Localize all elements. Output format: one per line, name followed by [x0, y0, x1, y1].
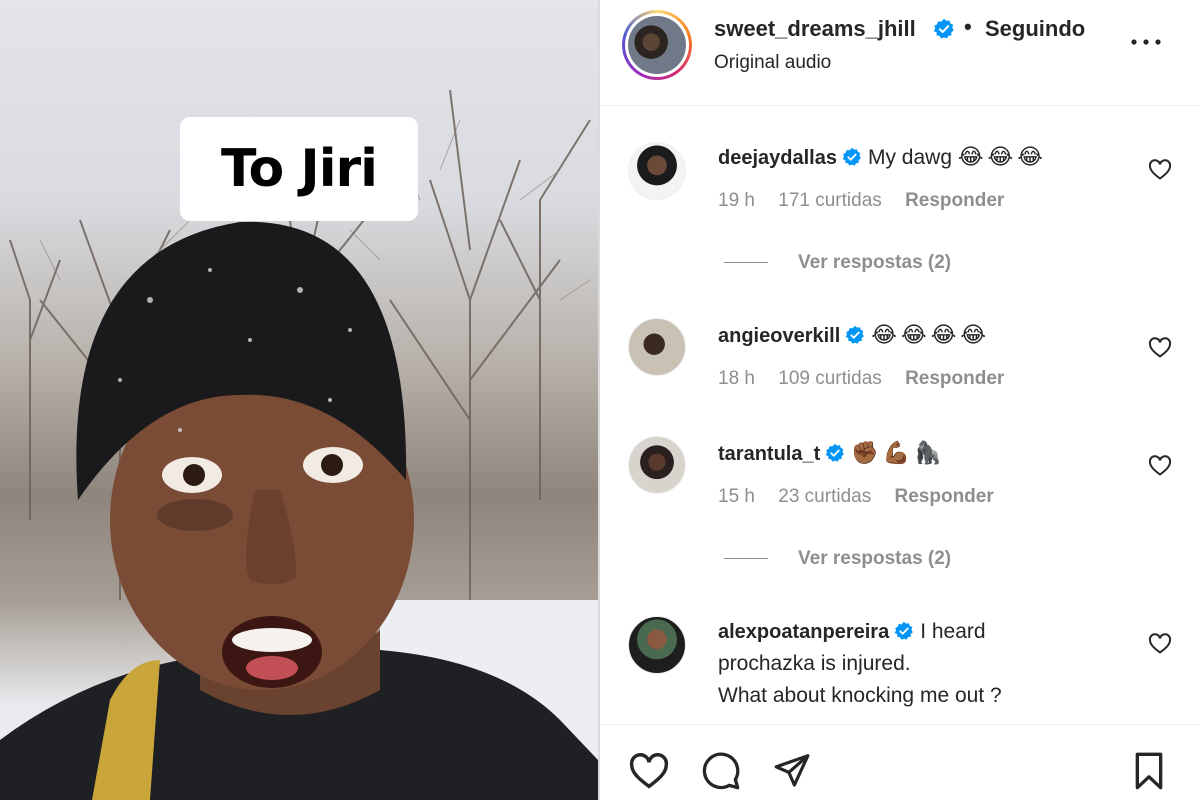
- verified-badge-icon: [933, 18, 954, 39]
- video-caption: To Jiri: [180, 117, 418, 221]
- more-options-icon[interactable]: [1128, 30, 1164, 54]
- view-replies-button[interactable]: Ver respostas (2): [724, 252, 951, 274]
- reply-button[interactable]: Responder: [895, 486, 994, 507]
- comment-likes[interactable]: 171 curtidas: [778, 190, 882, 211]
- verified-badge-icon: [842, 147, 861, 166]
- comment-body: tarantula_t ✊🏾💪🏾🦍: [718, 438, 945, 470]
- audio-link[interactable]: Original audio: [714, 52, 831, 74]
- replies-rule: [724, 262, 768, 264]
- author-avatar[interactable]: [622, 10, 692, 80]
- comment-icon[interactable]: [700, 751, 742, 791]
- comment-emoji: ✊🏾💪🏾🦍: [851, 441, 946, 466]
- comment-meta: 15 h 23 curtidas Responder: [718, 486, 1012, 508]
- view-replies-label: Ver respostas (2): [798, 252, 952, 273]
- comment-username[interactable]: alexpoatanpereira: [718, 621, 889, 643]
- comment-likes[interactable]: 23 curtidas: [778, 486, 871, 507]
- comment-likes[interactable]: 109 curtidas: [778, 368, 882, 389]
- comment-body: deejaydallas My dawg 😂😂😂: [718, 142, 1047, 174]
- author-username[interactable]: sweet_dreams_jhill: [714, 16, 916, 42]
- heart-icon[interactable]: [628, 751, 670, 789]
- view-replies-button[interactable]: Ver respostas (2): [724, 548, 951, 570]
- comment-time[interactable]: 15 h: [718, 486, 755, 507]
- view-replies-label: Ver respostas (2): [798, 548, 952, 569]
- comment-username[interactable]: tarantula_t: [718, 443, 820, 465]
- post-header: sweet_dreams_jhill • Seguindo Original a…: [600, 0, 1200, 106]
- verified-badge-icon: [845, 325, 865, 344]
- avatar[interactable]: [628, 142, 686, 200]
- verified-badge-icon: [894, 621, 914, 640]
- like-comment-heart-icon[interactable]: [1148, 336, 1172, 358]
- comment-username[interactable]: deejaydallas: [718, 147, 837, 169]
- comment-body: angieoverkill 😂😂😂😂: [718, 320, 990, 352]
- comment-text-line2: prochazka is injured.: [718, 652, 911, 675]
- bookmark-icon[interactable]: [1132, 751, 1166, 791]
- avatar[interactable]: [628, 616, 686, 674]
- comment-emoji: 😂😂😂: [957, 145, 1047, 170]
- avatar[interactable]: [628, 436, 686, 494]
- comment-text-line1: I heard: [920, 620, 986, 643]
- like-comment-heart-icon[interactable]: [1148, 632, 1172, 654]
- like-comment-heart-icon[interactable]: [1148, 158, 1172, 180]
- header-separator: •: [964, 14, 972, 39]
- comment-text: My dawg: [867, 146, 952, 169]
- reply-button[interactable]: Responder: [905, 190, 1004, 211]
- verified-badge-icon: [825, 443, 845, 462]
- share-icon[interactable]: [772, 751, 812, 789]
- avatar[interactable]: [628, 318, 686, 376]
- post-sidebar: sweet_dreams_jhill • Seguindo Original a…: [600, 0, 1200, 800]
- comment-time[interactable]: 18 h: [718, 368, 755, 389]
- comment-body: alexpoatanpereira I heard prochazka is in…: [718, 616, 1158, 712]
- comment-meta: 18 h 109 curtidas Responder: [718, 368, 1022, 390]
- comment-text-line3: What about knocking me out ?: [718, 684, 1002, 707]
- like-comment-heart-icon[interactable]: [1148, 454, 1172, 476]
- post-action-bar: [600, 724, 1200, 800]
- comment-time[interactable]: 19 h: [718, 190, 755, 211]
- comment-emoji: 😂😂😂😂: [871, 323, 991, 348]
- replies-rule: [724, 558, 768, 560]
- comment-meta: 19 h 171 curtidas Responder: [718, 190, 1022, 212]
- comment-username[interactable]: angieoverkill: [718, 325, 840, 347]
- reel-video[interactable]: To Jiri: [0, 0, 598, 800]
- following-button[interactable]: Seguindo: [985, 16, 1085, 42]
- reply-button[interactable]: Responder: [905, 368, 1004, 389]
